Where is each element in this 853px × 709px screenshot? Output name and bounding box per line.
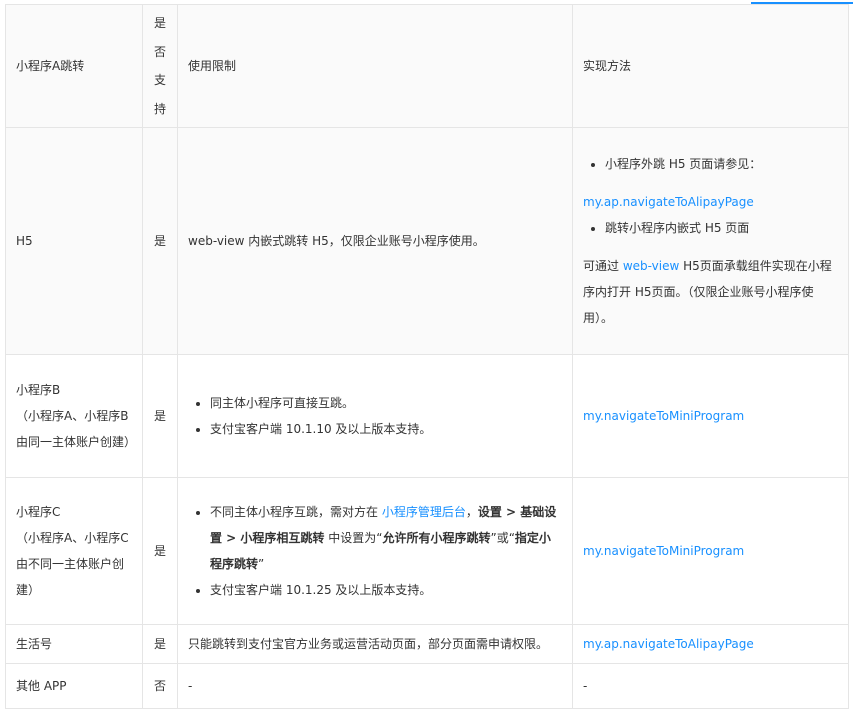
- limit-item: 支付宝客户端 10.1.25 及以上版本支持。: [210, 577, 562, 603]
- row-c-support: 是: [142, 477, 178, 625]
- table-header-row: 小程序A跳转 是 否 支 持 使用限制 实现方法: [5, 4, 849, 128]
- limit-item: 不同主体小程序互跳，需对方在 小程序管理后台，设置 > 基础设置 > 小程序相互…: [210, 499, 562, 577]
- row-other-name: 其他 APP: [5, 663, 143, 709]
- table-row-miniprogram-b: 小程序B （小程序A、小程序B由同一主体账户创建） 是 同主体小程序可直接互跳。…: [5, 354, 849, 478]
- row-other-method: -: [572, 663, 849, 709]
- header-cell-support: 是 否 支 持: [142, 4, 178, 128]
- row-life-name: 生活号: [5, 624, 143, 664]
- web-view-description: 可通过 web-view H5页面承载组件实现在小程序内打开 H5页面。（仅限企…: [583, 259, 832, 325]
- row-life-method: my.ap.navigateToAlipayPage: [572, 624, 849, 664]
- web-view-link[interactable]: web-view: [623, 259, 679, 273]
- method-bullet-external: 小程序外跳 H5 页面请参见：: [605, 151, 838, 177]
- row-life-support: 是: [142, 624, 178, 664]
- row-c-method: my.navigateToMiniProgram: [572, 477, 849, 625]
- row-life-limit: 只能跳转到支付宝官方业务或运营活动页面，部分页面需申请权限。: [177, 624, 573, 664]
- method-list: 小程序外跳 H5 页面请参见：: [583, 151, 838, 177]
- row-c-limit: 不同主体小程序互跳，需对方在 小程序管理后台，设置 > 基础设置 > 小程序相互…: [177, 477, 573, 625]
- table-row-other-app: 其他 APP 否 - -: [5, 663, 849, 709]
- method-bullet-embedded: 跳转小程序内嵌式 H5 页面: [605, 215, 838, 241]
- header-cell-source: 小程序A跳转: [5, 4, 143, 128]
- navigate-to-mini-program-link[interactable]: my.navigateToMiniProgram: [583, 409, 744, 423]
- mini-program-admin-link[interactable]: 小程序管理后台: [382, 505, 466, 519]
- row-other-limit: -: [177, 663, 573, 709]
- row-h5-support: 是: [142, 127, 178, 355]
- limit-item: 同主体小程序可直接互跳。: [210, 390, 562, 416]
- table-row-miniprogram-c: 小程序C （小程序A、小程序C由不同一主体账户创建） 是 不同主体小程序互跳，需…: [5, 477, 849, 625]
- row-b-name: 小程序B （小程序A、小程序B由同一主体账户创建）: [5, 354, 143, 478]
- header-cell-limit: 使用限制: [177, 4, 573, 128]
- table-row-h5: H5 是 web-view 内嵌式跳转 H5，仅限企业账号小程序使用。 小程序外…: [5, 127, 849, 355]
- row-h5-limit: web-view 内嵌式跳转 H5，仅限企业账号小程序使用。: [177, 127, 573, 355]
- row-b-method: my.navigateToMiniProgram: [572, 354, 849, 478]
- navigate-to-alipay-page-link[interactable]: my.ap.navigateToAlipayPage: [583, 637, 754, 651]
- row-b-support: 是: [142, 354, 178, 478]
- method-list-2: 跳转小程序内嵌式 H5 页面: [583, 215, 838, 241]
- row-h5-name: H5: [5, 127, 143, 355]
- header-cell-method: 实现方法: [572, 4, 849, 128]
- row-b-limit: 同主体小程序可直接互跳。 支付宝客户端 10.1.10 及以上版本支持。: [177, 354, 573, 478]
- mini-program-jump-table: 小程序A跳转 是 否 支 持 使用限制 实现方法 H5 是 web-view 内…: [5, 4, 849, 709]
- row-h5-method: 小程序外跳 H5 页面请参见： my.ap.navigateToAlipayPa…: [572, 127, 849, 355]
- row-c-name: 小程序C （小程序A、小程序C由不同一主体账户创建）: [5, 477, 143, 625]
- limit-item: 支付宝客户端 10.1.10 及以上版本支持。: [210, 416, 562, 442]
- navigate-to-alipay-page-link[interactable]: my.ap.navigateToAlipayPage: [583, 195, 754, 209]
- row-other-support: 否: [142, 663, 178, 709]
- table-row-life-account: 生活号 是 只能跳转到支付宝官方业务或运营活动页面，部分页面需申请权限。 my.…: [5, 624, 849, 664]
- navigate-to-mini-program-link[interactable]: my.navigateToMiniProgram: [583, 544, 744, 558]
